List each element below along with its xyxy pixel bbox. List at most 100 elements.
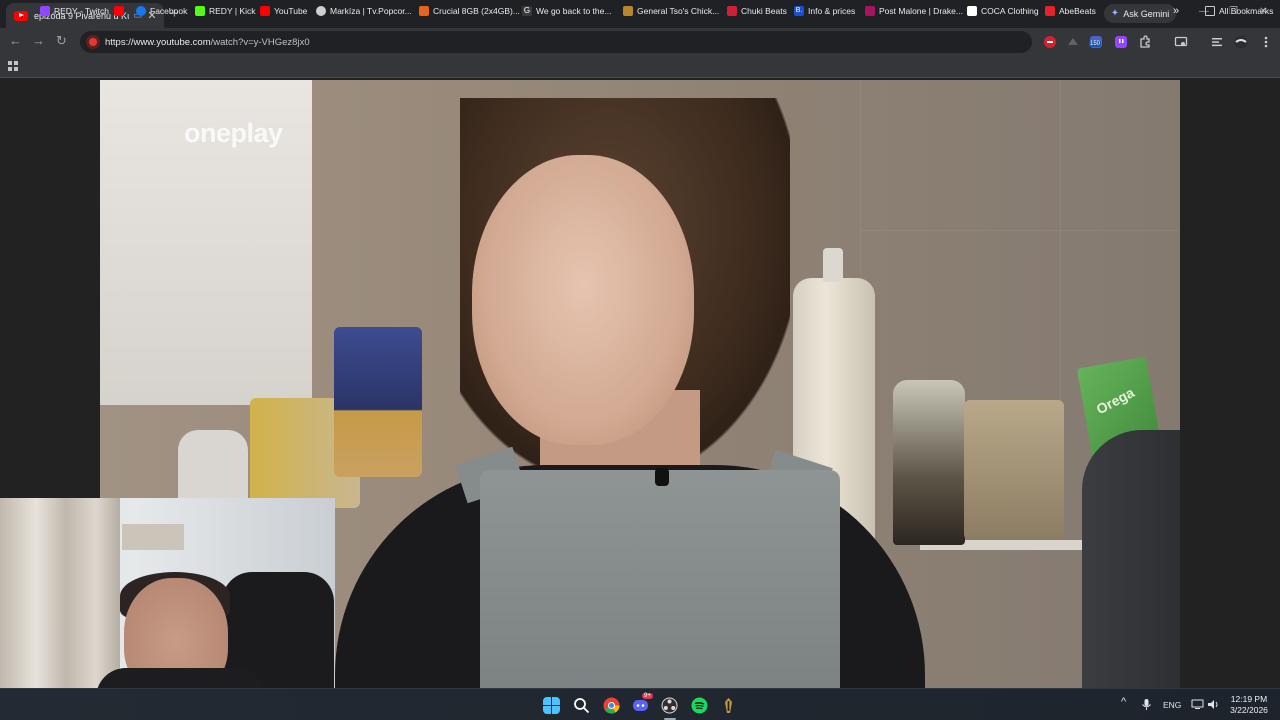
url-text: https://www.youtube.com/watch?v=y-VHGez8… — [105, 37, 310, 48]
bookmark-label: REDY | Kick — [209, 6, 256, 16]
streamer-shirt — [96, 668, 266, 688]
search-icon[interactable] — [573, 697, 590, 714]
bookmark-abebeats[interactable]: AbeBeats — [1045, 5, 1096, 17]
kick-icon — [195, 6, 205, 16]
oregano-package-text: Orega — [1093, 384, 1137, 418]
clock-time: 12:19 PM — [1230, 694, 1268, 704]
bookmark-label: Facebook — [150, 6, 188, 16]
grey-apron — [480, 470, 840, 688]
lapel-mic-icon — [655, 468, 669, 486]
site-info-icon[interactable] — [86, 35, 100, 49]
bookmark-label: Markíza | Tv.Popcor... — [330, 6, 412, 16]
webcam-box — [122, 524, 184, 550]
badge-extension-icon[interactable]: 150 — [1089, 35, 1103, 49]
obs-icon[interactable] — [661, 697, 678, 714]
twitch-extension-icon[interactable] — [1114, 35, 1128, 49]
dark-bottle — [893, 380, 965, 545]
url-host: https://www.youtube.com — [105, 36, 211, 48]
adblock-extension-icon[interactable] — [1043, 35, 1057, 49]
windows-start-icon[interactable] — [543, 697, 560, 714]
bookmark-crucial[interactable]: Crucial 8GB (2x4GB)... — [419, 5, 520, 17]
chrome-icon[interactable] — [603, 697, 620, 714]
screen: epizóda 9 Piváreňu u Kultúr ▭ ✕ + ✦ Ask … — [0, 0, 1280, 720]
recipe-icon — [623, 6, 633, 16]
bookmarks-bar — [0, 56, 1280, 78]
windows-taskbar: 9+ ^ ENG 12:19 PM 3/22/2026 — [0, 688, 1280, 720]
browser-menu-icon[interactable] — [1259, 35, 1273, 49]
bookmark-general-tso[interactable]: General Tso's Chick... — [623, 5, 719, 17]
bookmark-post-malone[interactable]: Post Malone | Drake... — [865, 5, 963, 17]
person-right-shoulder — [1082, 430, 1180, 688]
reload-button[interactable]: ↻ — [56, 34, 67, 48]
reader-extension-icon[interactable] — [1066, 35, 1080, 49]
abebeats-icon — [1045, 6, 1055, 16]
microphone-icon[interactable] — [1140, 698, 1153, 711]
reading-list-icon[interactable] — [1210, 35, 1224, 49]
bookmark-label: Info & prices — [808, 6, 856, 16]
url-path: /watch?v=y-VHGez8jx0 — [210, 36, 310, 48]
more-bookmarks-button[interactable]: » — [1173, 5, 1179, 17]
bookmark-facebook[interactable]: Facebook — [136, 5, 187, 17]
blue-package — [334, 327, 422, 477]
network-icon[interactable] — [1191, 698, 1204, 711]
ask-gemini-button[interactable]: ✦ Ask Gemini — [1104, 4, 1176, 23]
back-button[interactable]: ← — [9, 34, 22, 48]
tile-line — [860, 230, 1180, 231]
crucial-icon — [419, 6, 429, 16]
gemini-icon: ✦ — [1110, 8, 1120, 19]
bookmark-label: We go back to the... — [536, 6, 612, 16]
woman-face — [472, 155, 694, 445]
bookmark-redy-twitch[interactable]: REDY - Twitch — [40, 5, 109, 17]
spotify-icon[interactable] — [691, 697, 708, 714]
all-bookmarks-label: All Bookmarks — [1219, 6, 1274, 16]
twitch-icon — [40, 6, 50, 16]
genius-icon: G — [522, 6, 532, 16]
bookmark-label: General Tso's Chick... — [637, 6, 720, 16]
show-hidden-icons-button[interactable]: ^ — [1121, 696, 1126, 708]
language-indicator[interactable]: ENG — [1163, 700, 1181, 710]
bookmark-chuki-beats[interactable]: Chuki Beats — [727, 5, 787, 17]
clock-date: 3/22/2026 — [1230, 705, 1268, 715]
forward-button[interactable]: → — [32, 34, 45, 48]
webcam-overlay — [0, 498, 335, 688]
youtube-icon — [260, 6, 270, 16]
game-launcher-icon[interactable] — [720, 697, 737, 714]
extensions-puzzle-icon[interactable] — [1138, 35, 1152, 49]
apps-grid-icon[interactable] — [8, 61, 18, 71]
bookmark-label: REDY - Twitch — [54, 6, 109, 16]
bookmark-youtube-icon-only[interactable] — [114, 5, 124, 17]
metal-jar — [964, 400, 1064, 540]
extension-badge-count: 150 — [1089, 41, 1102, 47]
youtube-icon — [114, 6, 124, 16]
discord-badge: 9+ — [642, 693, 653, 699]
volume-icon[interactable] — [1207, 698, 1220, 711]
bookmark-youtube[interactable]: YouTube — [260, 5, 307, 17]
music-icon — [865, 6, 875, 16]
bookmark-info-prices[interactable]: B. Info & prices — [794, 5, 855, 17]
bookmark-we-go-back[interactable]: G We go back to the... — [522, 5, 611, 17]
bookmark-markiza[interactable]: Markíza | Tv.Popcor... — [316, 5, 412, 17]
address-bar[interactable]: https://www.youtube.com/watch?v=y-VHGez8… — [80, 31, 1032, 53]
all-bookmarks-button[interactable]: All Bookmarks — [1205, 5, 1273, 17]
ask-gemini-label: Ask Gemini — [1123, 8, 1170, 19]
booking-icon: B. — [794, 6, 804, 16]
webcam-curtain — [0, 498, 120, 688]
coca-clothing-icon — [967, 6, 977, 16]
system-clock[interactable]: 12:19 PM 3/22/2026 — [1222, 694, 1276, 716]
bookmark-label: AbeBeats — [1059, 6, 1096, 16]
chuki-beats-icon — [727, 6, 737, 16]
bookmark-label: Post Malone | Drake... — [879, 6, 963, 16]
facebook-icon — [136, 6, 146, 16]
profile-avatar-icon[interactable] — [1234, 35, 1248, 49]
bookmark-label: Chuki Beats — [741, 6, 787, 16]
oneplay-watermark: oneplay — [184, 118, 283, 148]
browser-toolbar: ← → ↻ https://www.youtube.com/watch?v=y-… — [0, 28, 1280, 56]
discord-app[interactable]: 9+ — [632, 693, 653, 714]
bookmark-coca-clothing[interactable]: COCA Clothing — [967, 5, 1039, 17]
bookmark-label: YouTube — [274, 6, 308, 16]
bookmark-redy-kick[interactable]: REDY | Kick — [195, 5, 255, 17]
cast-icon[interactable] — [1174, 35, 1188, 49]
folder-icon — [1205, 6, 1215, 16]
bookmark-label: Crucial 8GB (2x4GB)... — [433, 6, 520, 16]
bookmark-label: COCA Clothing — [981, 6, 1039, 16]
